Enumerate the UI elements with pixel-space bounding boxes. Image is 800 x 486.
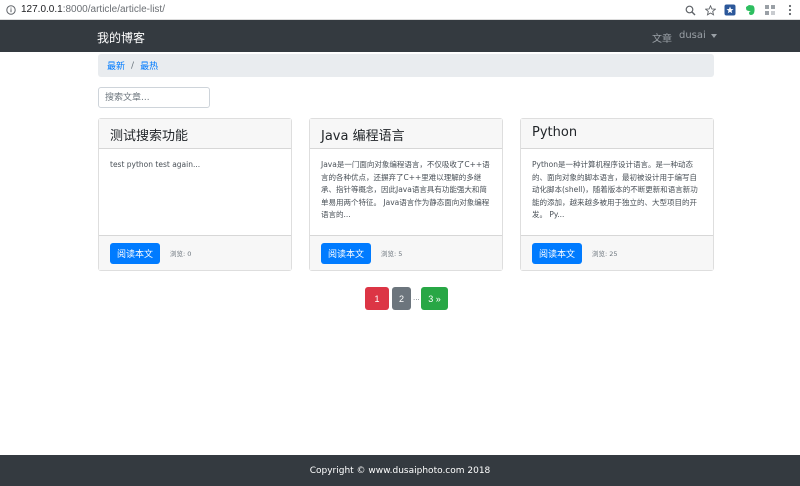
- site-brand[interactable]: 我的博客: [97, 29, 145, 46]
- card-footer: 阅读本文 浏览: 25: [521, 235, 713, 270]
- breadcrumb: 最新 / 最热: [98, 54, 714, 77]
- zoom-icon[interactable]: [680, 0, 700, 20]
- page-2-button[interactable]: 2: [392, 287, 411, 310]
- star-icon[interactable]: [700, 0, 720, 20]
- breadcrumb-latest[interactable]: 最新: [107, 59, 125, 72]
- evernote-icon[interactable]: [740, 0, 760, 20]
- search-input[interactable]: [98, 87, 210, 108]
- footer-copyright: Copyright © www.dusaiphoto.com 2018: [309, 465, 491, 476]
- url-path: :8000/article/article-list/: [62, 4, 165, 15]
- page-1-button[interactable]: 1: [365, 287, 389, 310]
- user-name: dusai: [679, 30, 706, 41]
- article-title: Java 编程语言: [310, 119, 502, 149]
- menu-icon[interactable]: [780, 0, 800, 20]
- extension-grid-icon[interactable]: [760, 0, 780, 20]
- user-dropdown[interactable]: dusai: [679, 30, 717, 41]
- top-navbar: 我的博客 文章 dusai: [0, 20, 800, 52]
- article-title: 测试搜索功能: [99, 119, 291, 149]
- breadcrumb-separator: /: [131, 60, 135, 71]
- article-card: 测试搜索功能 test python test again... 阅读本文 浏览…: [98, 118, 292, 271]
- read-article-button[interactable]: 阅读本文: [321, 242, 372, 264]
- browser-toolbar-icons: [680, 0, 800, 20]
- site-footer: Copyright © www.dusaiphoto.com 2018: [0, 455, 800, 486]
- article-card: Python Python是一种计算机程序设计语言。是一种动态的、面向对象的脚本…: [520, 118, 714, 271]
- extension-icon[interactable]: [720, 0, 740, 20]
- browser-address-bar: 127.0.0.1:8000/article/article-list/: [0, 0, 800, 20]
- pagination-ellipsis: ...: [413, 294, 420, 302]
- view-count: 浏览: 5: [381, 250, 403, 258]
- url-field[interactable]: 127.0.0.1:8000/article/article-list/: [21, 4, 165, 15]
- breadcrumb-hottest[interactable]: 最热: [140, 59, 158, 72]
- read-article-button[interactable]: 阅读本文: [110, 242, 161, 264]
- view-count: 浏览: 0: [170, 250, 192, 258]
- caret-down-icon: [710, 33, 717, 38]
- read-article-button[interactable]: 阅读本文: [532, 242, 583, 264]
- card-footer: 阅读本文 浏览: 5: [310, 235, 502, 270]
- article-title: Python: [521, 119, 713, 149]
- nav-articles-link[interactable]: 文章: [652, 30, 672, 45]
- url-host: 127.0.0.1: [21, 4, 63, 15]
- card-footer: 阅读本文 浏览: 0: [99, 235, 291, 270]
- article-summary: Java是一门面向对象编程语言，不仅吸收了C++语言的各种优点，还摒弃了C++里…: [321, 160, 490, 219]
- article-summary: Python是一种计算机程序设计语言。是一种动态的、面向对象的脚本语言，最初被设…: [532, 160, 698, 219]
- view-count: 浏览: 25: [592, 250, 618, 258]
- page-last-button[interactable]: 3 »: [421, 287, 448, 310]
- info-icon[interactable]: [5, 4, 17, 16]
- article-summary: test python test again...: [110, 160, 201, 169]
- article-card: Java 编程语言 Java是一门面向对象编程语言，不仅吸收了C++语言的各种优…: [309, 118, 503, 271]
